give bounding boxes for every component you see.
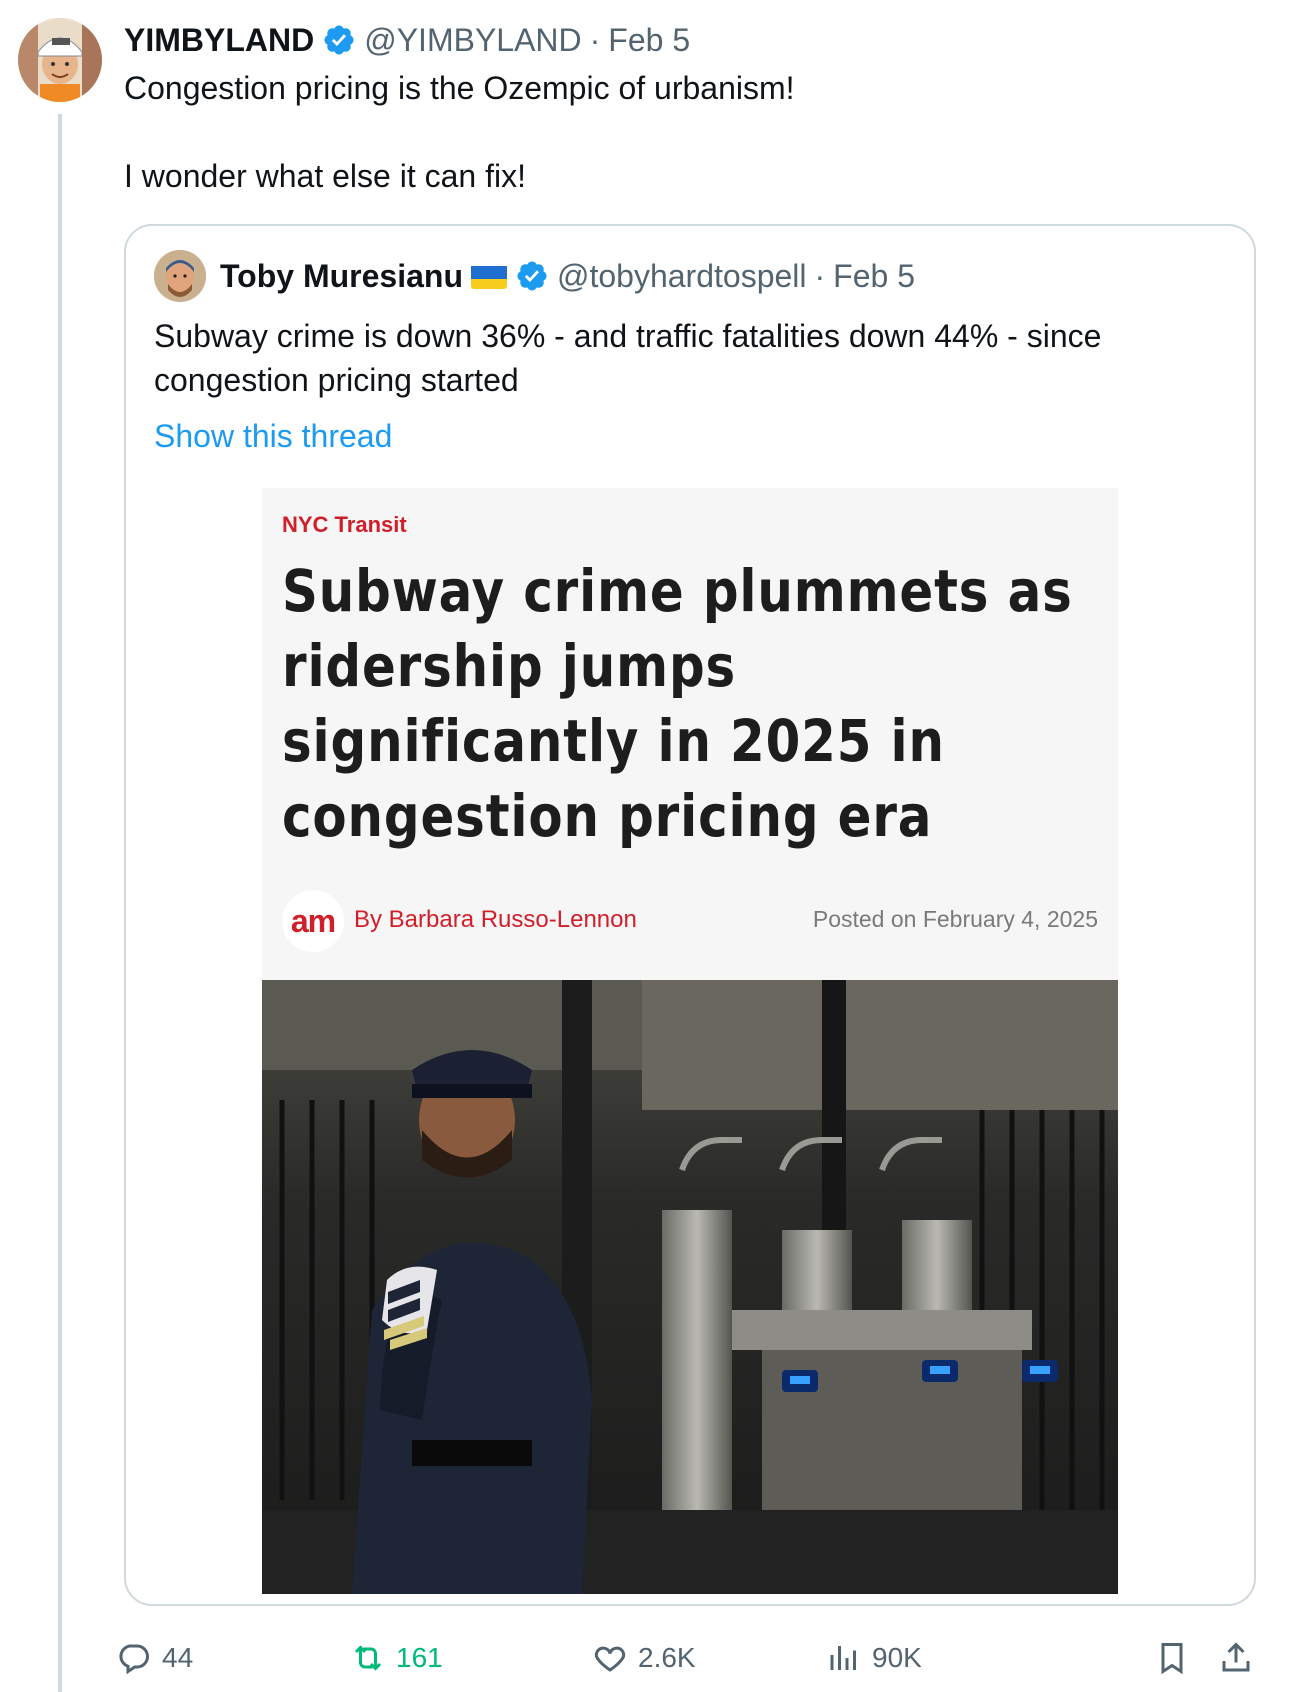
headline-line: Subway crime plummets as	[282, 557, 1073, 625]
thread-line	[58, 114, 62, 1692]
quoted-author-name[interactable]: Toby Muresianu	[220, 258, 463, 295]
amny-logo-text: am	[290, 902, 336, 939]
like-count: 2.6K	[638, 1642, 696, 1673]
quoted-tweet-card[interactable]: Toby Muresianu @tobyhardtospell · Feb 5 …	[124, 224, 1256, 1606]
article-headline: Subway crime plummets as ridership jumps…	[282, 554, 1073, 854]
quoted-author-handle[interactable]: @tobyhardtospell	[557, 258, 807, 295]
tweet-text-line: Congestion pricing is the Ozempic of urb…	[124, 70, 795, 106]
quoted-tweet-header: Toby Muresianu @tobyhardtospell · Feb 5	[154, 250, 915, 302]
article-posted-date: Posted on February 4, 2025	[812, 906, 1098, 932]
author-name[interactable]: YIMBYLAND	[124, 22, 314, 59]
repost-button[interactable]: 161	[350, 1636, 443, 1680]
repost-count: 161	[396, 1642, 443, 1673]
like-button[interactable]: 2.6K	[592, 1636, 696, 1680]
tweet-text-line: I wonder what else it can fix!	[124, 158, 526, 194]
headline-line: ridership jumps	[282, 632, 737, 700]
views-bar-chart-icon	[830, 1646, 856, 1670]
verified-badge-icon	[322, 23, 356, 57]
article-header: NYC Transit Subway crime plummets as rid…	[262, 488, 1118, 980]
repost-icon	[354, 1645, 382, 1671]
quoted-tweet-text: Subway crime is down 36% - and traffic f…	[154, 318, 1102, 398]
headline-line: significantly in 2025 in	[282, 707, 945, 775]
bookmark-button[interactable]	[1154, 1636, 1190, 1680]
reply-button[interactable]: 44	[116, 1636, 193, 1680]
author-handle[interactable]: @YIMBYLAND	[364, 22, 581, 59]
article-byline: By Barbara Russo-Lennon	[354, 906, 637, 933]
tweet-text: Congestion pricing is the Ozempic of urb…	[124, 66, 1244, 198]
tweet-header: YIMBYLAND @YIMBYLAND · Feb 5	[124, 18, 690, 62]
tweet-action-bar: 44 161 2.6K 90K	[119, 1636, 1264, 1680]
heart-icon	[594, 1646, 626, 1672]
author-avatar[interactable]	[18, 18, 102, 102]
show-thread-link[interactable]: Show this thread	[154, 414, 392, 458]
separator-dot: ·	[814, 257, 826, 294]
quoted-author-avatar	[154, 250, 206, 302]
quoted-tweet-date[interactable]: Feb 5	[833, 258, 915, 295]
ukraine-flag-icon	[470, 263, 507, 289]
separator-dot: ·	[589, 21, 601, 58]
amny-logo: am	[282, 890, 344, 952]
bookmark-icon	[1161, 1643, 1183, 1675]
subway-officer-photo	[262, 980, 1118, 1594]
views-count: 90K	[872, 1642, 922, 1673]
verified-badge-icon	[515, 259, 549, 293]
share-upload-icon	[1222, 1642, 1250, 1672]
article-kicker: NYC Transit	[282, 512, 407, 537]
tweet-date[interactable]: Feb 5	[608, 22, 690, 59]
headline-line: congestion pricing era	[282, 782, 933, 850]
article-image[interactable]: NYC Transit Subway crime plummets as rid…	[262, 488, 1118, 1594]
reply-count: 44	[162, 1642, 194, 1673]
views-button[interactable]: 90K	[826, 1636, 922, 1680]
reply-icon	[119, 1644, 149, 1675]
share-button[interactable]	[1218, 1636, 1254, 1680]
